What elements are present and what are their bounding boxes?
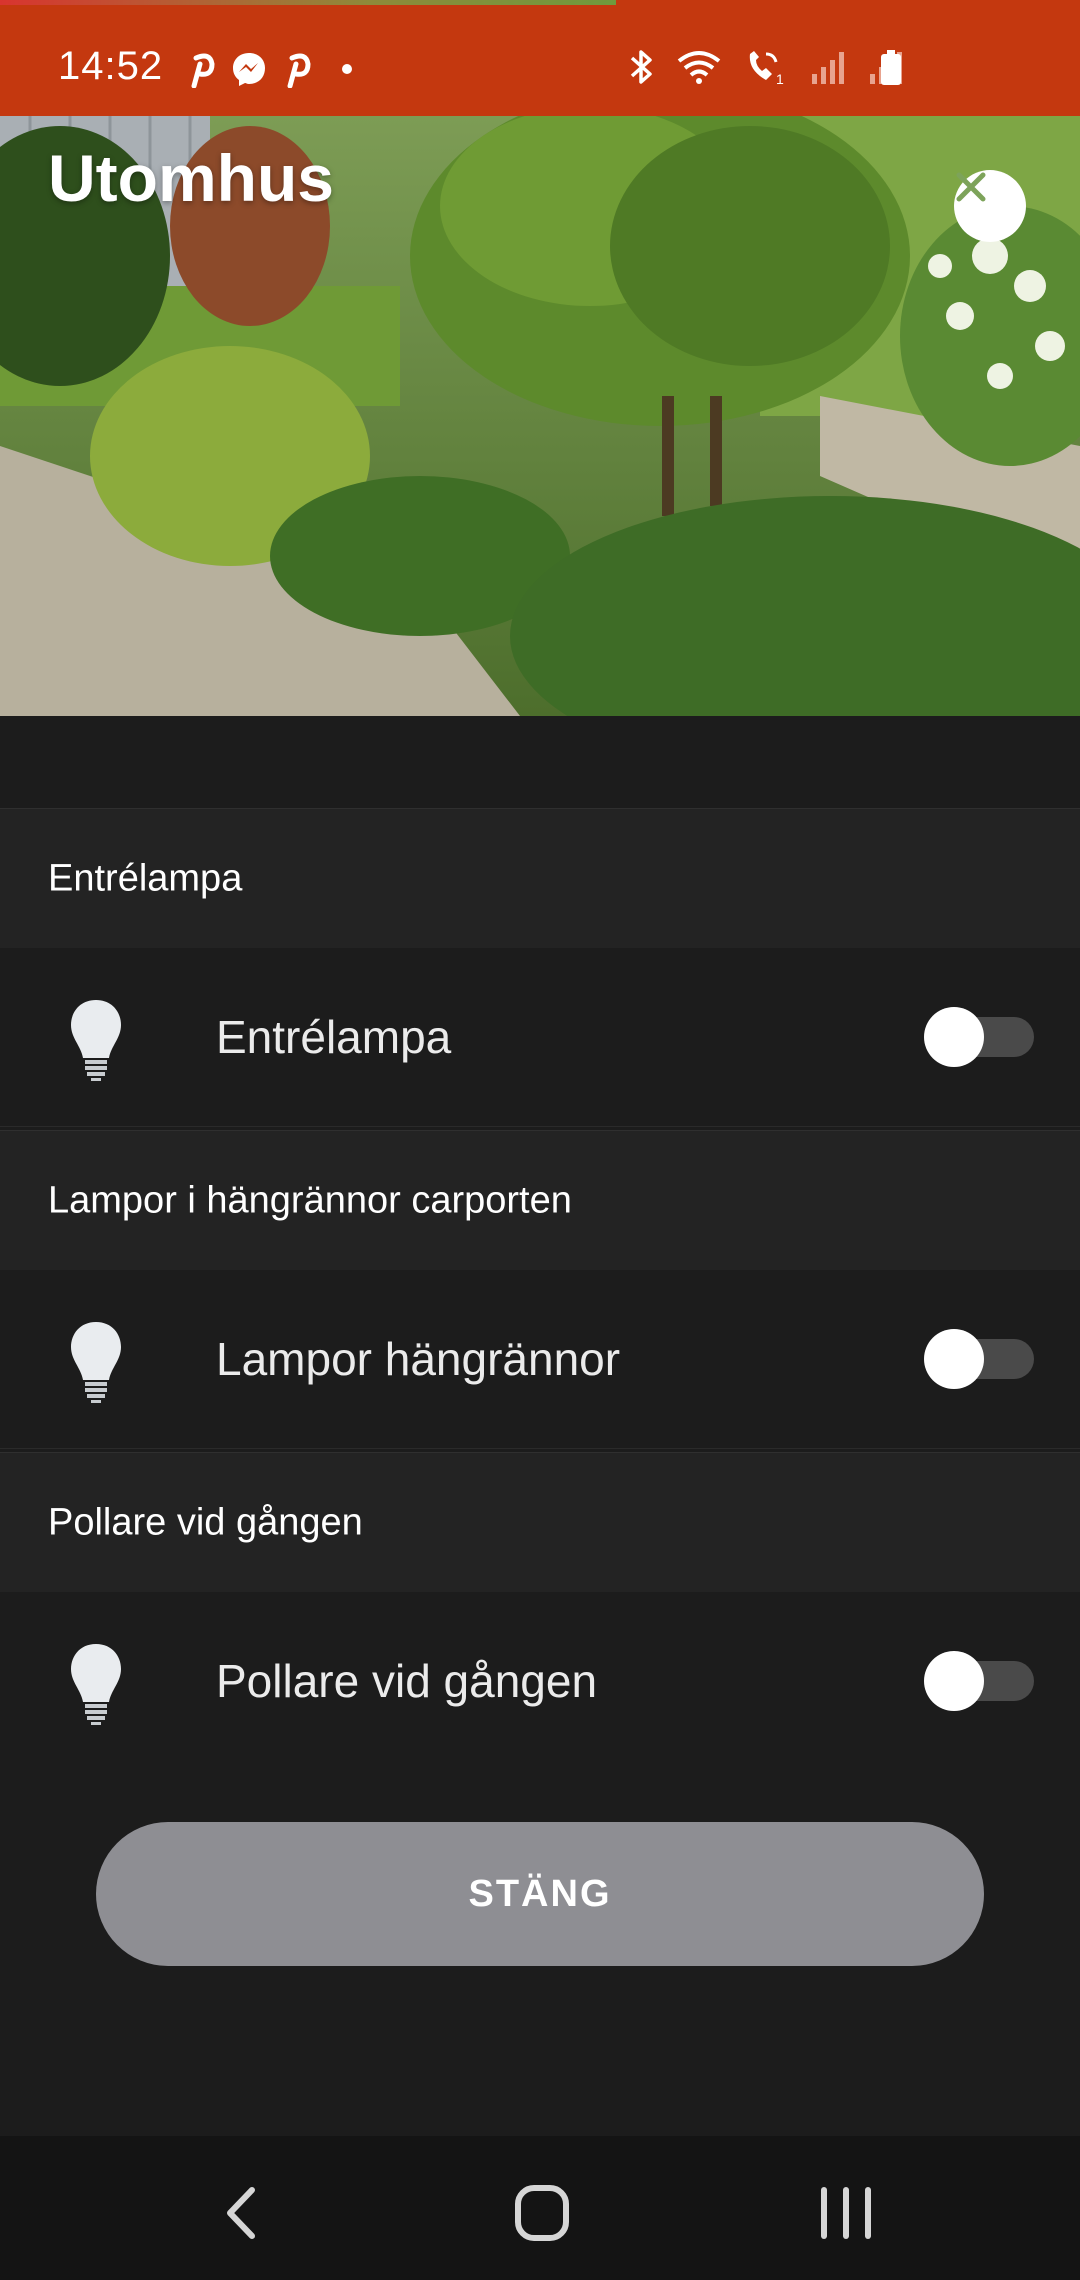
svg-text:1: 1 [776,71,784,86]
group-header-label: Pollare vid gången [48,1501,363,1544]
device-row-lampor-hangrannor[interactable]: Lampor hängrännor [0,1270,1080,1449]
more-notifications-dot-icon [342,64,352,74]
signal-icon [812,52,844,84]
battery-icon [881,50,901,85]
back-icon[interactable] [202,2178,282,2248]
wifi-calling-icon: 1 [749,51,784,86]
group-header-entrelampa: Entrélampa [0,808,1080,949]
pinterest-icon [287,53,311,88]
system-icons: 1 [628,48,904,86]
device-toggle[interactable] [924,1329,1034,1389]
wifi-icon [677,51,721,84]
messenger-icon [233,53,265,86]
device-name: Pollare vid gången [216,1655,598,1707]
status-bar: 14:52 1 [0,0,1080,116]
device-row-pollare[interactable]: Pollare vid gången [0,1592,1080,1770]
toggle-knob [924,1007,984,1067]
close-button-label: STÄNG [468,1872,612,1915]
device-toggle[interactable] [924,1007,1034,1067]
lightbulb-icon [71,1322,121,1403]
pinterest-icon [191,53,215,88]
loading-progress-bar [0,0,616,5]
toggle-knob [924,1651,984,1711]
device-toggle[interactable] [924,1651,1034,1711]
lightbulb-icon [71,1000,121,1081]
group-header-pollare: Pollare vid gången [0,1452,1080,1593]
device-name: Lampor hängrännor [216,1333,621,1385]
recents-icon[interactable] [806,2178,886,2248]
toggle-knob [924,1329,984,1389]
home-icon[interactable] [502,2178,582,2248]
lightbulb-icon [71,1644,121,1725]
room-title: Utomhus [48,141,334,215]
system-nav-bar [0,2136,1080,2280]
close-icon [956,172,986,202]
device-name: Entrélampa [216,1011,452,1063]
content-spacer [0,716,1080,808]
close-button[interactable]: STÄNG [96,1822,984,1966]
notification-icons [186,50,352,88]
close-room-button[interactable] [954,170,1026,242]
bluetooth-icon [630,50,652,84]
device-row-entrelampa[interactable]: Entrélampa [0,948,1080,1127]
status-time: 14:52 [58,44,164,88]
group-header-label: Entrélampa [48,857,243,900]
group-header-label: Lampor i hängrännor carporten [48,1179,572,1222]
group-header-lampor-carporten: Lampor i hängrännor carporten [0,1130,1080,1271]
room-image: Utomhus [0,116,1080,716]
